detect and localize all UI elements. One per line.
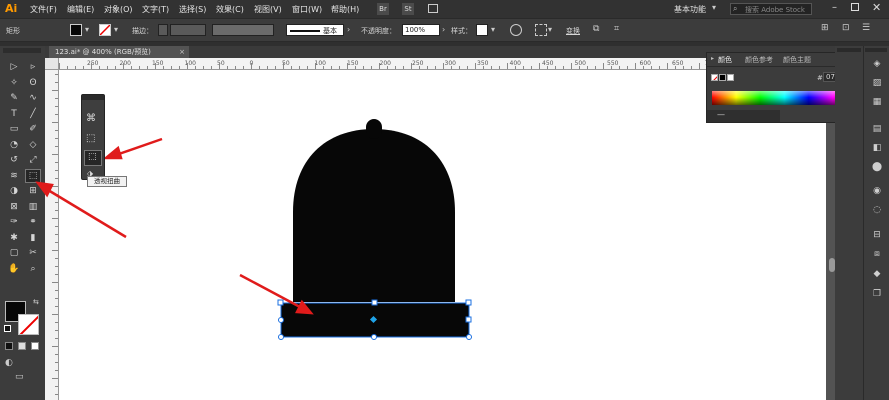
perspective-distort-button[interactable]: ⬚ [84, 150, 102, 166]
tab-color-themes[interactable]: 颜色主题 [783, 55, 811, 65]
color-panel-icon[interactable]: ◈ [871, 58, 883, 70]
pathfinder-icon[interactable]: ⧈ [871, 248, 883, 260]
none-swatch[interactable] [711, 74, 718, 81]
symbols-icon[interactable]: ◧ [871, 142, 883, 154]
tab-color-guide[interactable]: 颜色参考 [745, 55, 773, 65]
brushes-icon[interactable]: ▤ [871, 123, 883, 135]
appearance-icon[interactable]: ◉ [871, 185, 883, 197]
perspective-distort-icon: ⬚ [88, 152, 97, 162]
hash-label: # [817, 74, 823, 82]
flyout-grip[interactable] [82, 95, 104, 100]
swatches-icon[interactable]: ▦ [871, 96, 883, 108]
bell-shape[interactable] [293, 129, 455, 302]
layers-icon[interactable]: ◆ [871, 268, 883, 280]
white-swatch[interactable] [727, 74, 734, 81]
annotation-arrows [35, 137, 314, 315]
tab-color[interactable]: 颜色 [718, 55, 732, 65]
tool-tooltip: 透视扭曲 [87, 176, 127, 187]
black-swatch[interactable] [719, 74, 726, 81]
color-guide-icon[interactable]: ▨ [871, 77, 883, 89]
puppet-warp-icon[interactable]: ⌘ [86, 113, 96, 124]
dock-grip[interactable] [837, 48, 861, 52]
dock-grip[interactable] [865, 48, 887, 52]
dock-divider [863, 46, 864, 400]
bell-knob[interactable] [366, 119, 382, 139]
transparency-icon[interactable]: ◌ [871, 204, 883, 216]
artboards-icon[interactable]: ❐ [871, 288, 883, 300]
free-transform-flyout: ⌘ ⬚ ⬚ ⬗ [81, 94, 105, 180]
right-dock: ◈ ▨ ▦ ▤ ◧ ⬤ ◉ ◌ ⊟ ⧈ ◆ ❐ [829, 46, 889, 400]
graphic-styles-icon[interactable]: ⬤ [871, 161, 883, 173]
collapse-icon[interactable]: ▸ [711, 55, 714, 62]
minus-icon[interactable]: — [717, 110, 725, 119]
free-transform-icon[interactable]: ⬚ [86, 133, 95, 144]
vertical-scrollbar-thumb[interactable] [829, 258, 835, 272]
align-panel-icon[interactable]: ⊟ [871, 229, 883, 241]
